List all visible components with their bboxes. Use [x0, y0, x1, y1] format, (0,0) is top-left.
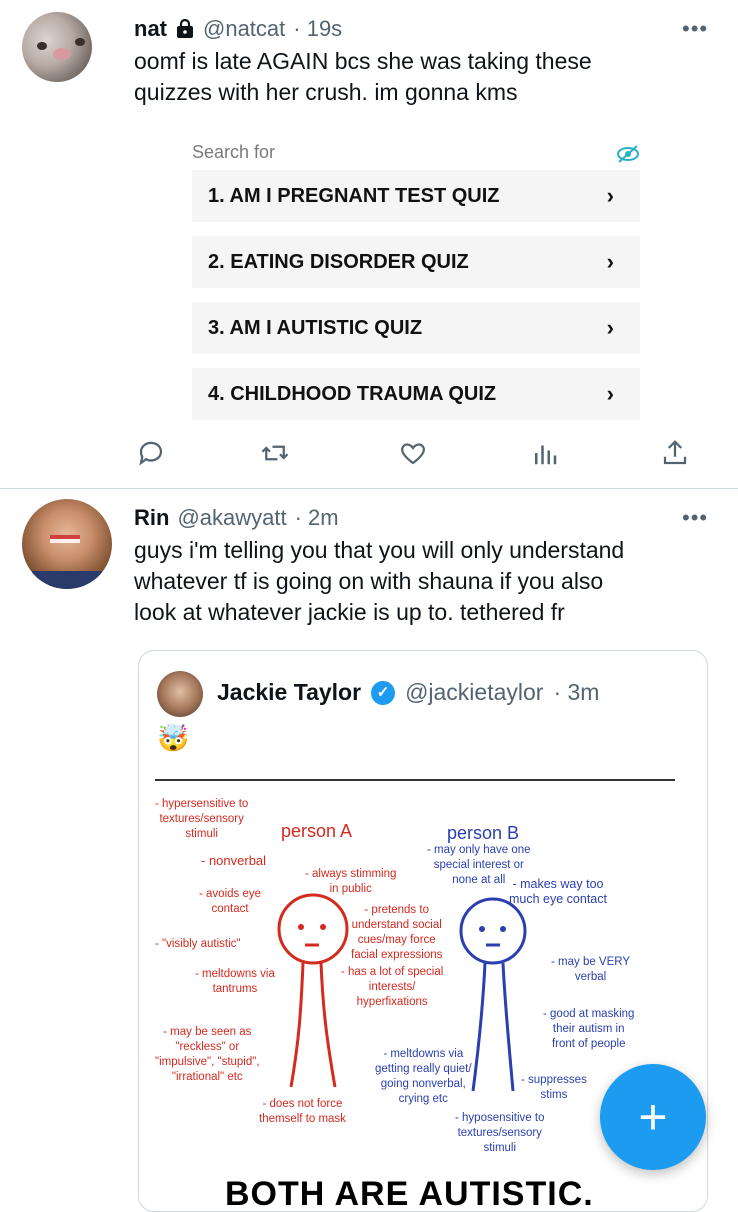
red-note: - "visibly autistic" [155, 938, 241, 950]
avatar[interactable] [22, 12, 92, 82]
display-name[interactable]: Rin [134, 505, 169, 531]
quiz-item: 3. AM I AUTISTIC QUIZ › [192, 302, 640, 354]
eye-slash-icon [616, 144, 640, 169]
red-note: - nonverbal [201, 853, 267, 868]
tweet-image[interactable]: Search for 1. AM I PREGNANT TEST QUIZ › … [190, 140, 645, 420]
display-name[interactable]: nat [134, 16, 167, 42]
quiz-item-label: 3. AM I AUTISTIC QUIZ [208, 316, 423, 339]
quote-image[interactable]: person A person B - hypersensitive to te… [155, 779, 675, 1212]
more-options-icon[interactable]: ••• [682, 16, 708, 42]
diagram-caption: BOTH ARE AUTISTIC. [225, 1175, 594, 1212]
lock-icon [175, 18, 195, 39]
cat-face-icon [37, 38, 85, 60]
tweet-text-line: look at whatever jackie is up to. tether… [134, 599, 565, 625]
red-note: - always stimming in public [305, 868, 397, 895]
tweet-text-line: quizzes with her crush. im gonna kms [134, 79, 518, 105]
red-note: - avoids eye contact [199, 888, 262, 915]
more-options-icon[interactable]: ••• [682, 505, 708, 531]
verified-badge-icon: ✓ [371, 680, 396, 705]
timestamp[interactable]: · 2m [295, 505, 339, 531]
chevron-right-icon: › [606, 183, 614, 208]
tweet-text-line: guys i'm telling you that you will only … [134, 537, 625, 563]
compose-tweet-button[interactable]: + [600, 1064, 706, 1170]
user-handle: @jackietaylor [405, 679, 544, 705]
quiz-item-label: 4. CHILDHOOD TRAUMA QUIZ [208, 382, 497, 405]
timestamp[interactable]: · 19s [293, 16, 342, 42]
red-note: - pretends to understand social cues/may… [351, 904, 443, 961]
quiz-item: 4. CHILDHOOD TRAUMA QUIZ › [192, 368, 640, 420]
chevron-right-icon: › [606, 381, 614, 406]
plus-icon: + [638, 1089, 668, 1145]
red-note: - meltdowns via tantrums [195, 968, 275, 995]
tweet-1[interactable]: nat @natcat · 19s ••• oomf is late AGAIN… [0, 0, 738, 488]
reply-icon[interactable] [136, 438, 166, 473]
red-note: - has a lot of special interests/ hyperf… [341, 966, 444, 1008]
person-photo-icon [32, 535, 102, 589]
divider [155, 779, 675, 781]
person-b-label: person B [447, 823, 520, 843]
blue-note: - hyposensitive to textures/sensory stim… [455, 1112, 545, 1154]
red-note: - does not force themself to mask [259, 1098, 346, 1125]
blue-note: - good at masking their autism in front … [543, 1008, 635, 1050]
search-label: Search for [192, 142, 276, 162]
blue-note: - may be VERY verbal [551, 956, 631, 983]
share-icon[interactable] [660, 438, 690, 473]
like-icon[interactable] [398, 438, 428, 473]
tweet-text: oomf is late AGAIN bcs she was taking th… [134, 46, 592, 108]
chevron-right-icon: › [606, 315, 614, 340]
quiz-item: 2. EATING DISORDER QUIZ › [192, 236, 640, 288]
red-note: - may be seen as "reckless" or "impulsiv… [155, 1026, 260, 1083]
retweet-icon[interactable] [260, 438, 290, 473]
person-a-label: person A [281, 821, 353, 841]
emoji: 🤯 [157, 723, 190, 753]
user-handle[interactable]: @akawyatt [177, 505, 286, 531]
tweet-text: guys i'm telling you that you will only … [134, 535, 624, 628]
blue-note: - meltdowns via getting really quiet/ go… [375, 1048, 472, 1105]
timestamp: · 3m [553, 679, 600, 705]
red-note: - hypersensitive to textures/sensory sti… [155, 798, 249, 840]
avatar [157, 671, 203, 717]
tweet-text-line: whatever tf is going on with shauna if y… [134, 568, 604, 594]
quiz-item: 1. AM I PREGNANT TEST QUIZ › [192, 170, 640, 222]
avatar[interactable] [22, 499, 112, 589]
blue-note: - suppresses stims [521, 1074, 587, 1101]
views-icon[interactable] [530, 438, 560, 473]
quiz-item-label: 2. EATING DISORDER QUIZ [208, 250, 469, 273]
blue-note: - makes way too much eye contact [509, 877, 607, 906]
user-handle[interactable]: @natcat [203, 16, 285, 42]
chevron-right-icon: › [606, 249, 614, 274]
display-name: Jackie Taylor [217, 679, 362, 705]
quiz-item-label: 1. AM I PREGNANT TEST QUIZ [208, 184, 500, 207]
tweet-text-line: oomf is late AGAIN bcs she was taking th… [134, 48, 592, 74]
